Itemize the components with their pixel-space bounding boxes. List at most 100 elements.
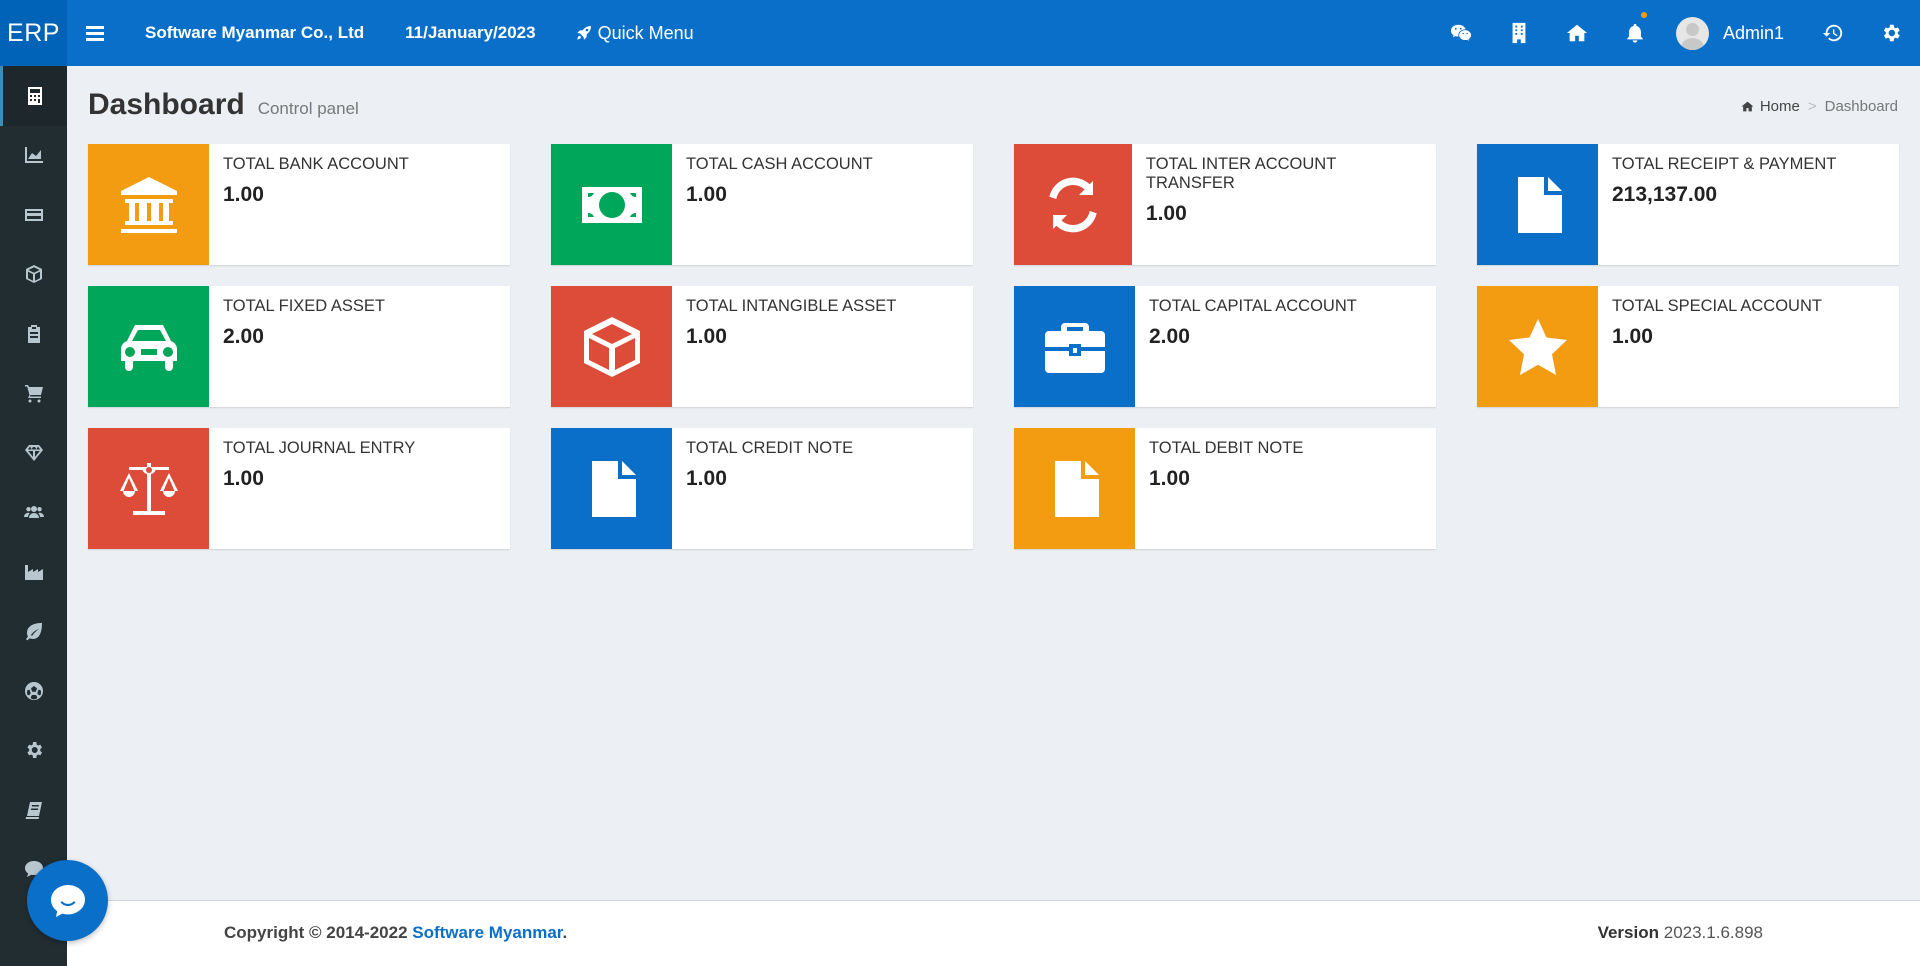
info-box-cash-account[interactable]: TOTAL CASH ACCOUNT 1.00 xyxy=(551,144,973,265)
history-button[interactable] xyxy=(1804,0,1862,66)
info-box-label: TOTAL CASH ACCOUNT xyxy=(686,155,873,173)
briefcase-icon xyxy=(1044,322,1105,373)
info-box-debit-note[interactable]: TOTAL DEBIT NOTE 1.00 xyxy=(1014,428,1436,549)
info-box-inter-account-transfer[interactable]: TOTAL INTER ACCOUNT TRANSFER 1.00 xyxy=(1014,144,1436,265)
area-chart-icon xyxy=(24,147,43,164)
version-value: 2023.1.6.898 xyxy=(1663,923,1763,942)
sidebar-item-reports[interactable] xyxy=(0,126,67,186)
brand-link[interactable]: Software Myanmar xyxy=(412,923,562,942)
sidebar-item-agriculture[interactable] xyxy=(0,602,67,662)
file-icon xyxy=(1054,460,1099,517)
page-subtitle: Control panel xyxy=(257,99,359,118)
hamburger-icon xyxy=(86,31,104,35)
app-logo[interactable]: ERP xyxy=(0,0,67,66)
sidebar-item-settings[interactable] xyxy=(0,721,67,781)
sidebar-item-assets[interactable] xyxy=(0,423,67,483)
info-box-icon xyxy=(88,144,209,265)
home-icon xyxy=(1566,24,1588,42)
refresh-icon xyxy=(1049,177,1097,232)
info-box-label: TOTAL CREDIT NOTE xyxy=(686,439,854,457)
home-button[interactable] xyxy=(1548,0,1606,66)
info-box-icon xyxy=(88,428,209,549)
sidebar-toggle-button[interactable] xyxy=(67,0,123,66)
info-box-icon xyxy=(551,144,672,265)
info-box-icon xyxy=(1477,144,1598,265)
info-box-label: TOTAL CAPITAL ACCOUNT xyxy=(1149,297,1357,315)
info-box-fixed-asset[interactable]: TOTAL FIXED ASSET 2.00 xyxy=(88,286,510,407)
copyright-suffix: . xyxy=(562,923,568,942)
info-box-label: TOTAL INTER ACCOUNT TRANSFER xyxy=(1145,155,1337,192)
sidebar-item-inventory[interactable] xyxy=(0,245,67,305)
sidebar-item-production[interactable] xyxy=(0,542,67,602)
history-icon xyxy=(1822,24,1843,42)
version-label: Version xyxy=(1597,923,1659,942)
home-icon xyxy=(1741,101,1754,112)
settings-button[interactable] xyxy=(1862,0,1920,66)
info-box-label: TOTAL SPECIAL ACCOUNT xyxy=(1612,297,1822,315)
quick-menu-button[interactable]: Quick Menu xyxy=(576,23,694,44)
top-navbar: ERP Software Myanmar Co., Ltd 11/January… xyxy=(0,0,1920,66)
info-box-journal-entry[interactable]: TOTAL JOURNAL ENTRY 1.00 xyxy=(88,428,510,549)
info-box-credit-note[interactable]: TOTAL CREDIT NOTE 1.00 xyxy=(551,428,973,549)
notifications-button[interactable] xyxy=(1606,0,1664,66)
info-box-value: 1.00 xyxy=(686,183,727,206)
company-button[interactable] xyxy=(1490,0,1548,66)
info-box-value: 1.00 xyxy=(686,325,727,348)
user-name: Admin1 xyxy=(1722,22,1784,43)
sidebar-item-payments[interactable] xyxy=(0,185,67,245)
sidebar xyxy=(0,66,67,966)
user-menu[interactable]: Admin1 xyxy=(1664,0,1804,66)
info-box-label: TOTAL INTANGIBLE ASSET xyxy=(686,297,897,315)
info-box-capital-account[interactable]: TOTAL CAPITAL ACCOUNT 2.00 xyxy=(1014,286,1436,407)
leaf-icon xyxy=(25,623,42,641)
cube-icon xyxy=(25,265,42,284)
info-box-icon xyxy=(88,286,209,407)
info-box-value: 1.00 xyxy=(223,467,264,490)
gear-icon xyxy=(1883,24,1900,42)
users-icon xyxy=(23,506,44,519)
sidebar-item-sports[interactable] xyxy=(0,661,67,721)
info-box-label: TOTAL RECEIPT & PAYMENT xyxy=(1612,155,1837,173)
sidebar-item-accounting[interactable] xyxy=(0,66,67,126)
copyright: Copyright © 2014-2022 Software Myanmar. xyxy=(224,923,567,943)
sidebar-item-sales[interactable] xyxy=(0,364,67,424)
breadcrumb-home[interactable]: Home xyxy=(1741,98,1800,115)
info-box-value: 1.00 xyxy=(1612,325,1653,348)
balance-scale-icon xyxy=(119,462,178,515)
copyright-prefix: Copyright © 2014-2022 xyxy=(224,923,413,942)
avatar xyxy=(1675,16,1709,50)
sidebar-item-documents[interactable] xyxy=(0,780,67,840)
credit-card-icon xyxy=(24,208,43,221)
info-box-bank-account[interactable]: TOTAL BANK ACCOUNT 1.00 xyxy=(88,144,510,265)
wechat-button[interactable] xyxy=(1432,0,1490,66)
company-name: Software Myanmar Co., Ltd xyxy=(145,23,365,42)
info-box-value: 213,137.00 xyxy=(1612,183,1718,206)
info-box-value: 1.00 xyxy=(1145,202,1187,225)
file-icon xyxy=(591,460,636,517)
sidebar-item-tasks[interactable] xyxy=(0,304,67,364)
info-box-special-account[interactable]: TOTAL SPECIAL ACCOUNT 1.00 xyxy=(1477,286,1899,407)
breadcrumb: Home > Dashboard xyxy=(1741,98,1898,115)
version-info: Version 2023.1.6.898 xyxy=(1598,923,1763,943)
info-box-icon xyxy=(551,428,672,549)
info-box-icon xyxy=(551,286,672,407)
settings-icon xyxy=(26,742,42,759)
info-box-label: TOTAL FIXED ASSET xyxy=(223,297,385,315)
page-title: Dashboard xyxy=(88,88,245,121)
rocket-icon xyxy=(576,26,591,40)
content-header: Dashboard Control panel xyxy=(88,88,359,122)
current-date: 11/January/2023 xyxy=(405,23,536,42)
sidebar-item-hr[interactable] xyxy=(0,483,67,543)
info-box-value: 1.00 xyxy=(686,467,727,490)
info-box-value: 1.00 xyxy=(1149,467,1190,490)
info-box-intangible-asset[interactable]: TOTAL INTANGIBLE ASSET 1.00 xyxy=(551,286,973,407)
cube-icon xyxy=(583,316,640,377)
info-box-value: 2.00 xyxy=(223,325,264,348)
info-box-receipt-payment[interactable]: TOTAL RECEIPT & PAYMENT 213,137.00 xyxy=(1477,144,1899,265)
building-icon xyxy=(1512,22,1526,44)
chat-widget-button[interactable] xyxy=(27,860,108,941)
chat-bubble-icon xyxy=(50,884,85,917)
bell-icon xyxy=(1627,23,1643,43)
calculator-icon xyxy=(28,86,42,105)
breadcrumb-current: Dashboard xyxy=(1824,98,1898,115)
